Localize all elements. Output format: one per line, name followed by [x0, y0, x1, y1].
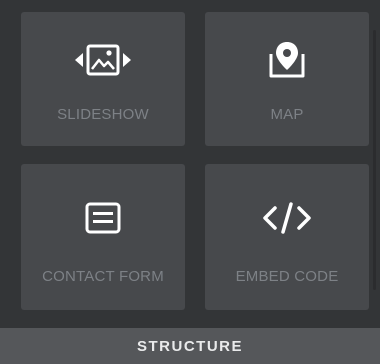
embed-code-widget-button[interactable]: EMBED CODE: [205, 164, 369, 310]
section-footer[interactable]: STRUCTURE: [0, 328, 380, 364]
panel-scrollbar[interactable]: [373, 30, 376, 290]
widget-grid: SLIDESHOW MAP CONTACT FORM EMBED CODE: [21, 12, 373, 310]
contact-form-label: CONTACT FORM: [42, 268, 164, 285]
slideshow-icon: [67, 36, 139, 84]
map-label: MAP: [270, 106, 304, 123]
map-pin-icon: [251, 36, 323, 84]
contact-form-icon: [67, 194, 139, 242]
slideshow-label: SLIDESHOW: [57, 106, 149, 123]
map-widget-button[interactable]: MAP: [205, 12, 369, 146]
contact-form-widget-button[interactable]: CONTACT FORM: [21, 164, 185, 310]
section-title: STRUCTURE: [137, 337, 243, 355]
slideshow-widget-button[interactable]: SLIDESHOW: [21, 12, 185, 146]
widgets-panel: SLIDESHOW MAP CONTACT FORM EMBED CODE ST…: [0, 0, 380, 364]
embed-code-icon: [251, 194, 323, 242]
embed-code-label: EMBED CODE: [235, 268, 339, 285]
